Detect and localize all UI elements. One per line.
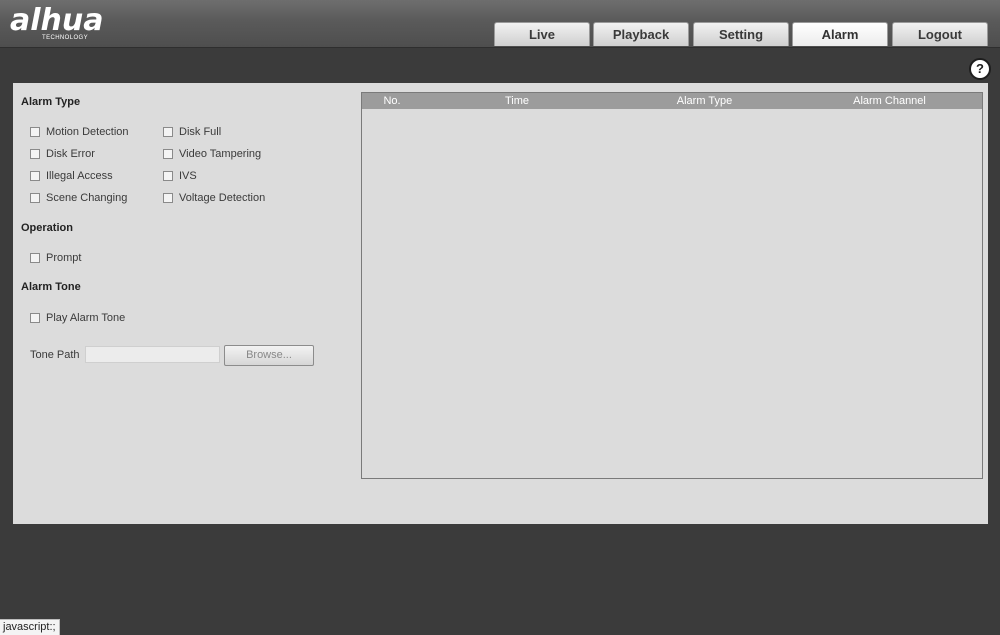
logo-wordmark: alhua xyxy=(10,3,104,38)
checkbox-label: Illegal Access xyxy=(46,170,113,182)
checkbox-box[interactable] xyxy=(163,127,173,137)
checkbox-scene-changing[interactable]: Scene Changing xyxy=(30,191,127,205)
column-header-alarm-channel: Alarm Channel xyxy=(853,95,926,107)
status-bar: javascript:; xyxy=(0,619,60,635)
checkbox-label: Motion Detection xyxy=(46,126,129,138)
checkbox-ivs[interactable]: IVS xyxy=(163,169,197,183)
tone-path-input[interactable] xyxy=(85,346,220,363)
checkbox-play-alarm-tone[interactable]: Play Alarm Tone xyxy=(30,311,125,325)
tone-path-label: Tone Path xyxy=(30,349,80,361)
help-icon[interactable]: ? xyxy=(969,58,991,80)
browse-button[interactable]: Browse... xyxy=(224,345,314,366)
column-header-time: Time xyxy=(504,95,530,107)
alarm-table: No. Time Alarm Type Alarm Channel xyxy=(361,92,983,479)
checkbox-voltage-detection[interactable]: Voltage Detection xyxy=(163,191,265,205)
checkbox-illegal-access[interactable]: Illegal Access xyxy=(30,169,113,183)
checkbox-box[interactable] xyxy=(163,149,173,159)
tab-setting[interactable]: Setting xyxy=(693,22,789,46)
checkbox-box[interactable] xyxy=(163,193,173,203)
checkbox-label: Play Alarm Tone xyxy=(46,312,126,324)
checkbox-label: IVS xyxy=(179,170,197,182)
tab-playback[interactable]: Playback xyxy=(593,22,689,46)
checkbox-motion-detection[interactable]: Motion Detection xyxy=(30,125,129,139)
checkbox-label: Disk Error xyxy=(46,148,95,160)
logo-tagline: TECHNOLOGY xyxy=(42,35,89,41)
checkbox-label: Video Tampering xyxy=(179,148,262,160)
checkbox-label: Prompt xyxy=(46,252,82,264)
alarm-tone-title: Alarm Tone xyxy=(21,281,81,293)
checkbox-box[interactable] xyxy=(30,253,40,263)
tab-live[interactable]: Live xyxy=(494,22,590,46)
checkbox-box[interactable] xyxy=(30,127,40,137)
checkbox-box[interactable] xyxy=(163,171,173,181)
checkbox-box[interactable] xyxy=(30,149,40,159)
operation-title: Operation xyxy=(21,222,73,234)
checkbox-label: Scene Changing xyxy=(46,192,128,204)
tab-alarm[interactable]: Alarm xyxy=(792,22,888,46)
checkbox-box[interactable] xyxy=(30,313,40,323)
brand-logo: alhua TECHNOLOGY xyxy=(10,4,135,44)
top-bar: alhua TECHNOLOGY Live Playback Setting A… xyxy=(0,0,1000,48)
checkbox-disk-error[interactable]: Disk Error xyxy=(30,147,95,161)
alarm-panel: Alarm Type Motion Detection Disk Full Di… xyxy=(13,83,988,524)
alarm-type-title: Alarm Type xyxy=(21,96,81,108)
table-header: No. Time Alarm Type Alarm Channel xyxy=(362,93,982,109)
tab-logout[interactable]: Logout xyxy=(892,22,988,46)
checkbox-box[interactable] xyxy=(30,193,40,203)
checkbox-disk-full[interactable]: Disk Full xyxy=(163,125,221,139)
column-header-no: No. xyxy=(383,95,401,107)
checkbox-label: Voltage Detection xyxy=(179,192,266,204)
checkbox-prompt[interactable]: Prompt xyxy=(30,251,81,265)
checkbox-label: Disk Full xyxy=(179,126,222,138)
checkbox-video-tampering[interactable]: Video Tampering xyxy=(163,147,261,161)
column-header-alarm-type: Alarm Type xyxy=(676,95,733,107)
checkbox-box[interactable] xyxy=(30,171,40,181)
